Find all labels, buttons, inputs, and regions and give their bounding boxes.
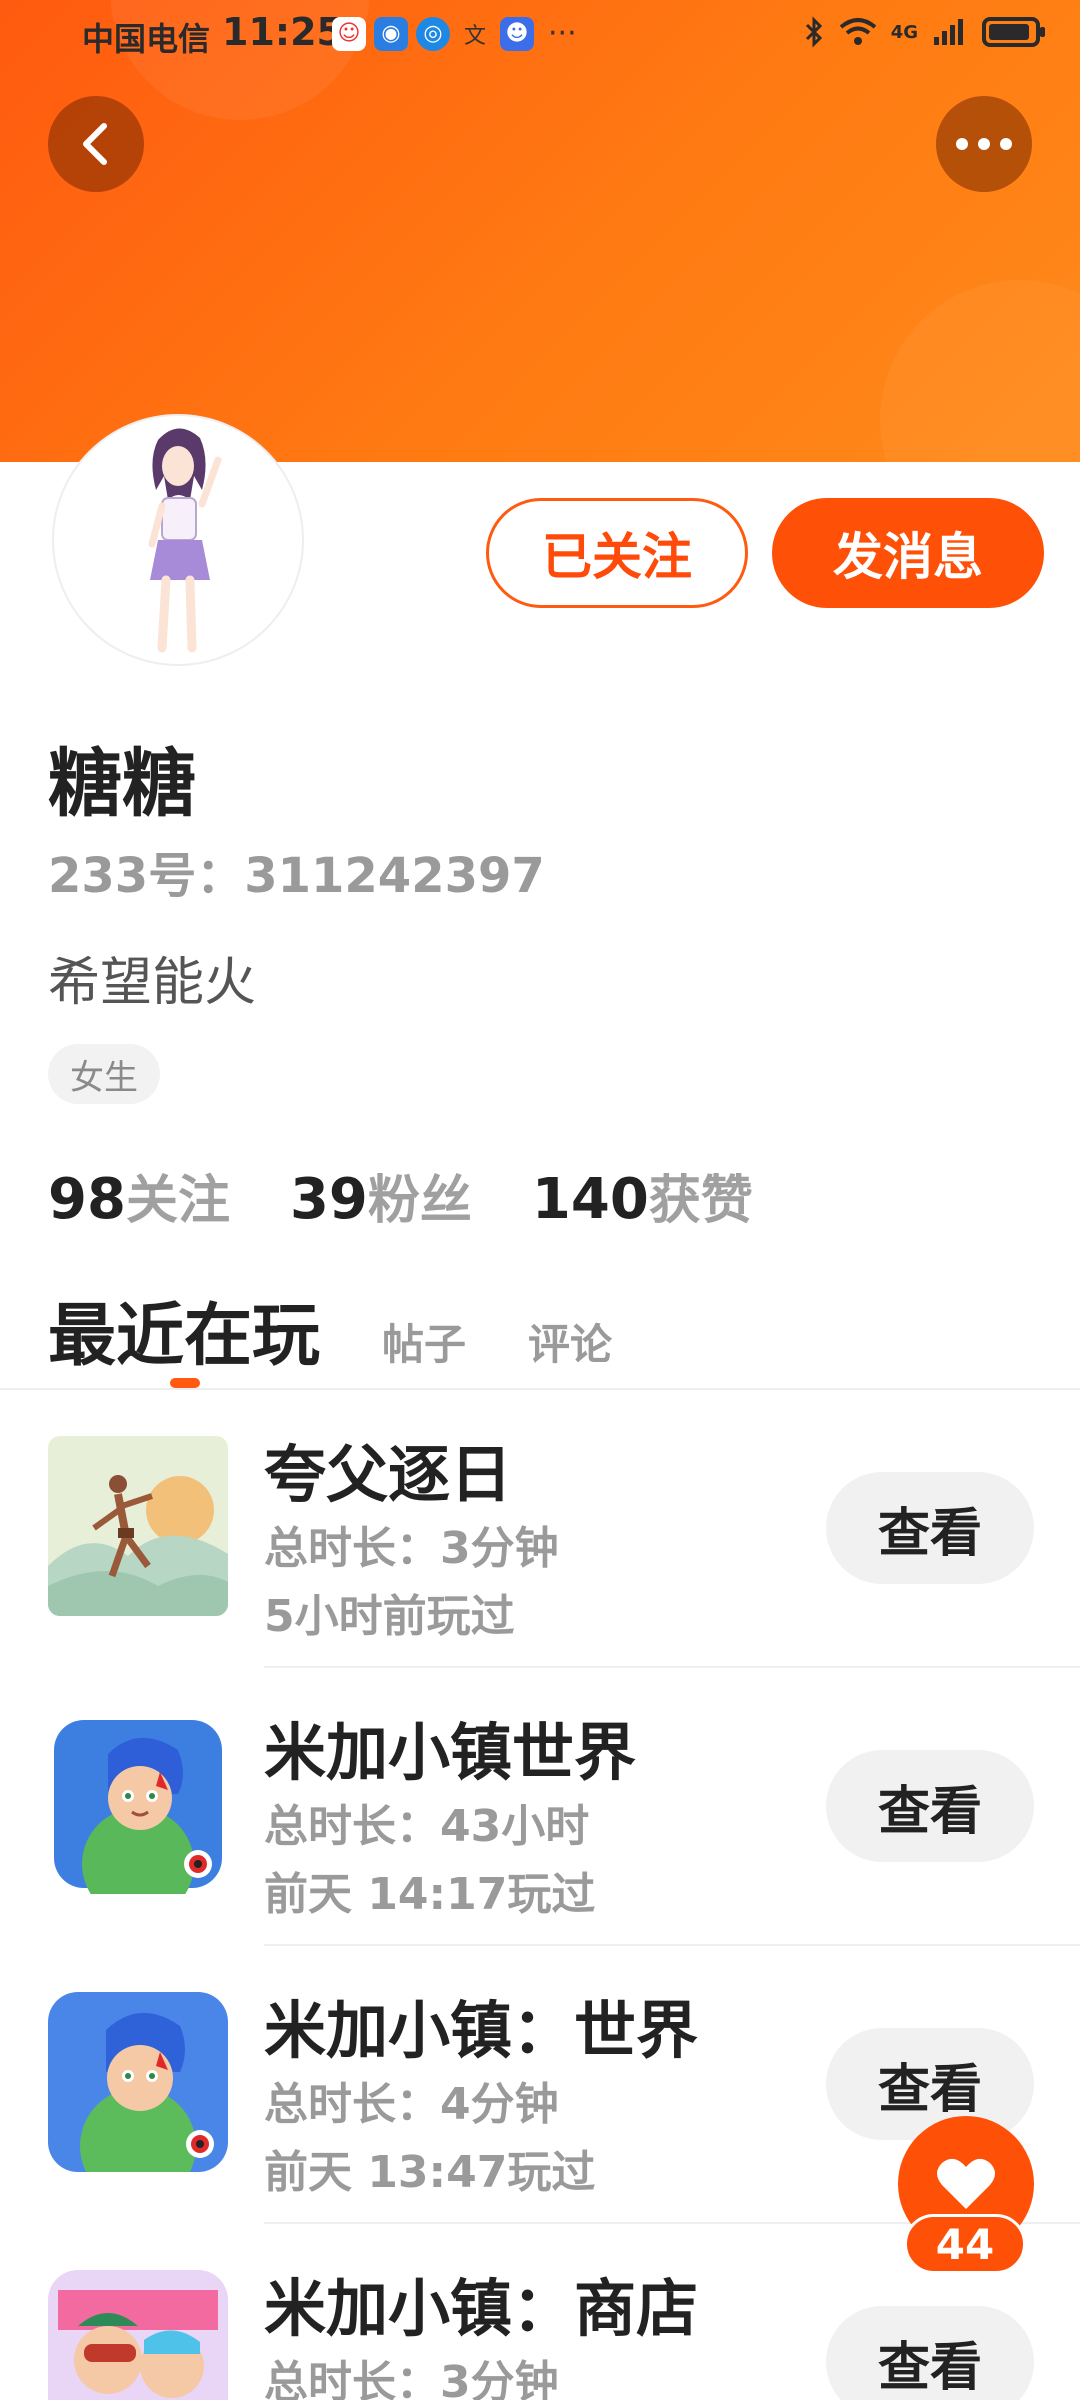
likes-count: 140 — [531, 1167, 649, 1232]
last-played: 前天 14:17玩过 — [264, 1869, 596, 1920]
following-count: 98 — [48, 1167, 126, 1232]
view-button[interactable]: 查看 — [826, 1750, 1034, 1862]
wifi-icon — [839, 18, 876, 45]
game-title: 米加小镇世界 — [264, 1716, 637, 1789]
likes-stat[interactable]: 140获赞 — [532, 1158, 753, 1233]
following-button[interactable]: 已关注 — [486, 498, 748, 608]
tab-comments[interactable]: 评论 — [528, 1311, 612, 1372]
view-button[interactable]: 查看 — [826, 2306, 1034, 2400]
more-horizontal-icon — [956, 138, 1012, 150]
profile-stats: 98关注 39粉丝 140获赞 — [48, 1158, 753, 1233]
user-bio: 希望能火 — [48, 953, 257, 1013]
battery-icon — [982, 17, 1045, 47]
bot-app-icon: ☻ — [500, 16, 534, 51]
chevron-left-icon — [83, 123, 107, 165]
list-item[interactable]: 夸父逐日 总时长：3分钟 5小时前玩过 查看 — [0, 1390, 1080, 1668]
bulb-app-icon: ◉ — [374, 16, 408, 51]
tab-posts[interactable]: 帖子 — [382, 1311, 466, 1372]
last-played: 前天 13:47玩过 — [264, 2147, 596, 2198]
network-type: 4G — [890, 21, 918, 43]
fans-count: 39 — [289, 1167, 368, 1232]
back-button[interactable] — [48, 96, 144, 192]
user-nickname: 糖糖 — [48, 741, 196, 827]
fans-stat[interactable]: 39粉丝 — [290, 1158, 472, 1233]
clock: 11:25 — [222, 10, 343, 54]
user-id: 233号：311242397 — [48, 848, 545, 904]
app-notification-icon: ☺ — [332, 16, 366, 51]
avatar-image — [148, 428, 222, 653]
tab-recently-played[interactable]: 最近在玩 — [48, 1280, 321, 1388]
more-notifications-icon: ··· — [548, 16, 577, 51]
browser-app-icon: ◎ — [416, 16, 450, 51]
translate-app-icon: 文 — [463, 23, 486, 49]
game-title: 米加小镇：世界 — [264, 1994, 699, 2067]
view-button[interactable]: 查看 — [826, 2028, 1034, 2140]
like-count-badge: 44 — [904, 2214, 1026, 2274]
avatar[interactable] — [52, 414, 304, 666]
notification-icons: ☺ ◉ ◎ 文 ☻ ··· — [332, 16, 577, 51]
heart-icon — [937, 2158, 995, 2209]
fans-label: 粉丝 — [367, 1171, 472, 1231]
game-icon — [48, 1714, 228, 1894]
status-bar: 中国电信 11:25 ☺ ◉ ◎ 文 ☻ ··· 4G — [0, 0, 1080, 72]
send-message-button[interactable]: 发消息 — [772, 498, 1044, 608]
carrier-name: 中国电信 — [82, 20, 211, 58]
following-label: 关注 — [125, 1171, 230, 1231]
gender-tag: 女生 — [48, 1044, 160, 1104]
game-duration: 总时长：4分钟 — [264, 2079, 559, 2130]
tab-recently-played-label: 最近在玩 — [48, 1297, 321, 1376]
view-button[interactable]: 查看 — [826, 1472, 1034, 1584]
game-icon — [48, 1436, 228, 1616]
following-stat[interactable]: 98关注 — [48, 1158, 230, 1233]
more-options-button[interactable] — [936, 96, 1032, 192]
bluetooth-icon — [805, 16, 822, 48]
game-icon — [48, 2270, 228, 2400]
game-title: 夸父逐日 — [264, 1438, 513, 1511]
game-duration: 总时长：3分钟 — [264, 2357, 559, 2400]
signal-icon — [934, 19, 963, 45]
system-indicators: 4G — [803, 16, 1045, 48]
last-played: 5小时前玩过 — [264, 1591, 515, 1642]
game-duration: 总时长：3分钟 — [264, 1523, 559, 1574]
game-duration: 总时长：43小时 — [264, 1801, 590, 1852]
active-tab-indicator — [170, 1378, 200, 1388]
banner-decoration — [880, 280, 1080, 462]
list-item[interactable]: 米加小镇世界 总时长：43小时 前天 14:17玩过 查看 — [0, 1668, 1080, 1946]
profile-tabs: 最近在玩 帖子 评论 — [48, 1280, 612, 1388]
likes-label: 获赞 — [648, 1171, 753, 1231]
game-icon — [48, 1992, 228, 2172]
game-title: 米加小镇：商店 — [264, 2272, 699, 2345]
